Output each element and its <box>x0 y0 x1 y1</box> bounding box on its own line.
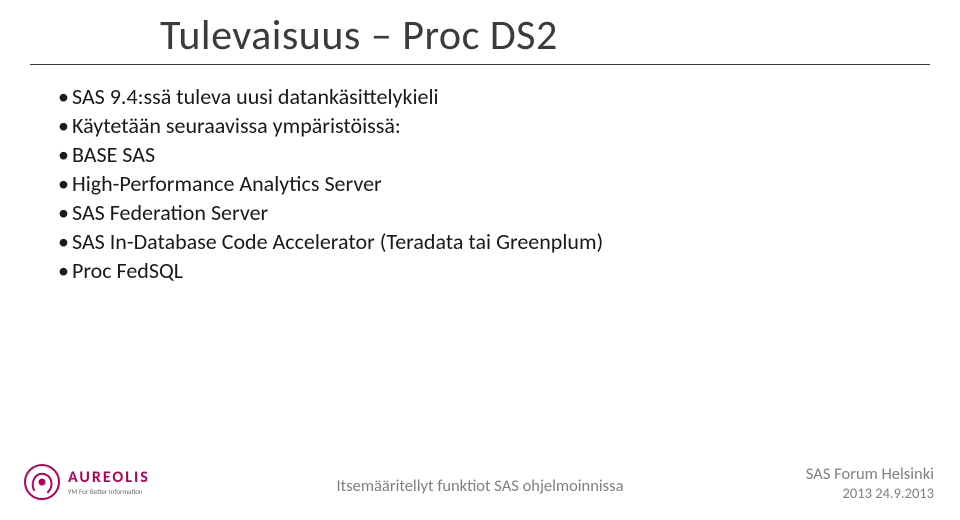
bullet-item: BASE SAS <box>58 140 900 169</box>
content-body: SAS 9.4:ssä tuleva uusi datankäsittelyki… <box>58 82 900 285</box>
bullet-item: SAS 9.4:ssä tuleva uusi datankäsittelyki… <box>58 82 900 111</box>
slide: Tulevaisuus – Proc DS2 SAS 9.4:ssä tulev… <box>0 0 960 520</box>
bullet-item: SAS Federation Server <box>58 198 900 227</box>
bullet-item: SAS In-Database Code Accelerator (Terada… <box>58 227 900 256</box>
footer-right: SAS Forum Helsinki 2013 24.9.2013 <box>806 465 934 502</box>
page-title: Tulevaisuus – Proc DS2 <box>160 10 930 61</box>
title-area: Tulevaisuus – Proc DS2 <box>160 10 930 61</box>
title-divider <box>30 64 930 65</box>
bullet-item: High-Performance Analytics Server <box>58 169 900 198</box>
footer-event: SAS Forum Helsinki <box>806 465 934 485</box>
footer: AUREOLIS YM For Better Information Itsem… <box>0 452 960 512</box>
bullet-item: Proc FedSQL <box>58 256 900 285</box>
footer-date: 2013 24.9.2013 <box>806 485 934 502</box>
bullet-item: Käytetään seuraavissa ympäristöissä: <box>58 111 900 140</box>
